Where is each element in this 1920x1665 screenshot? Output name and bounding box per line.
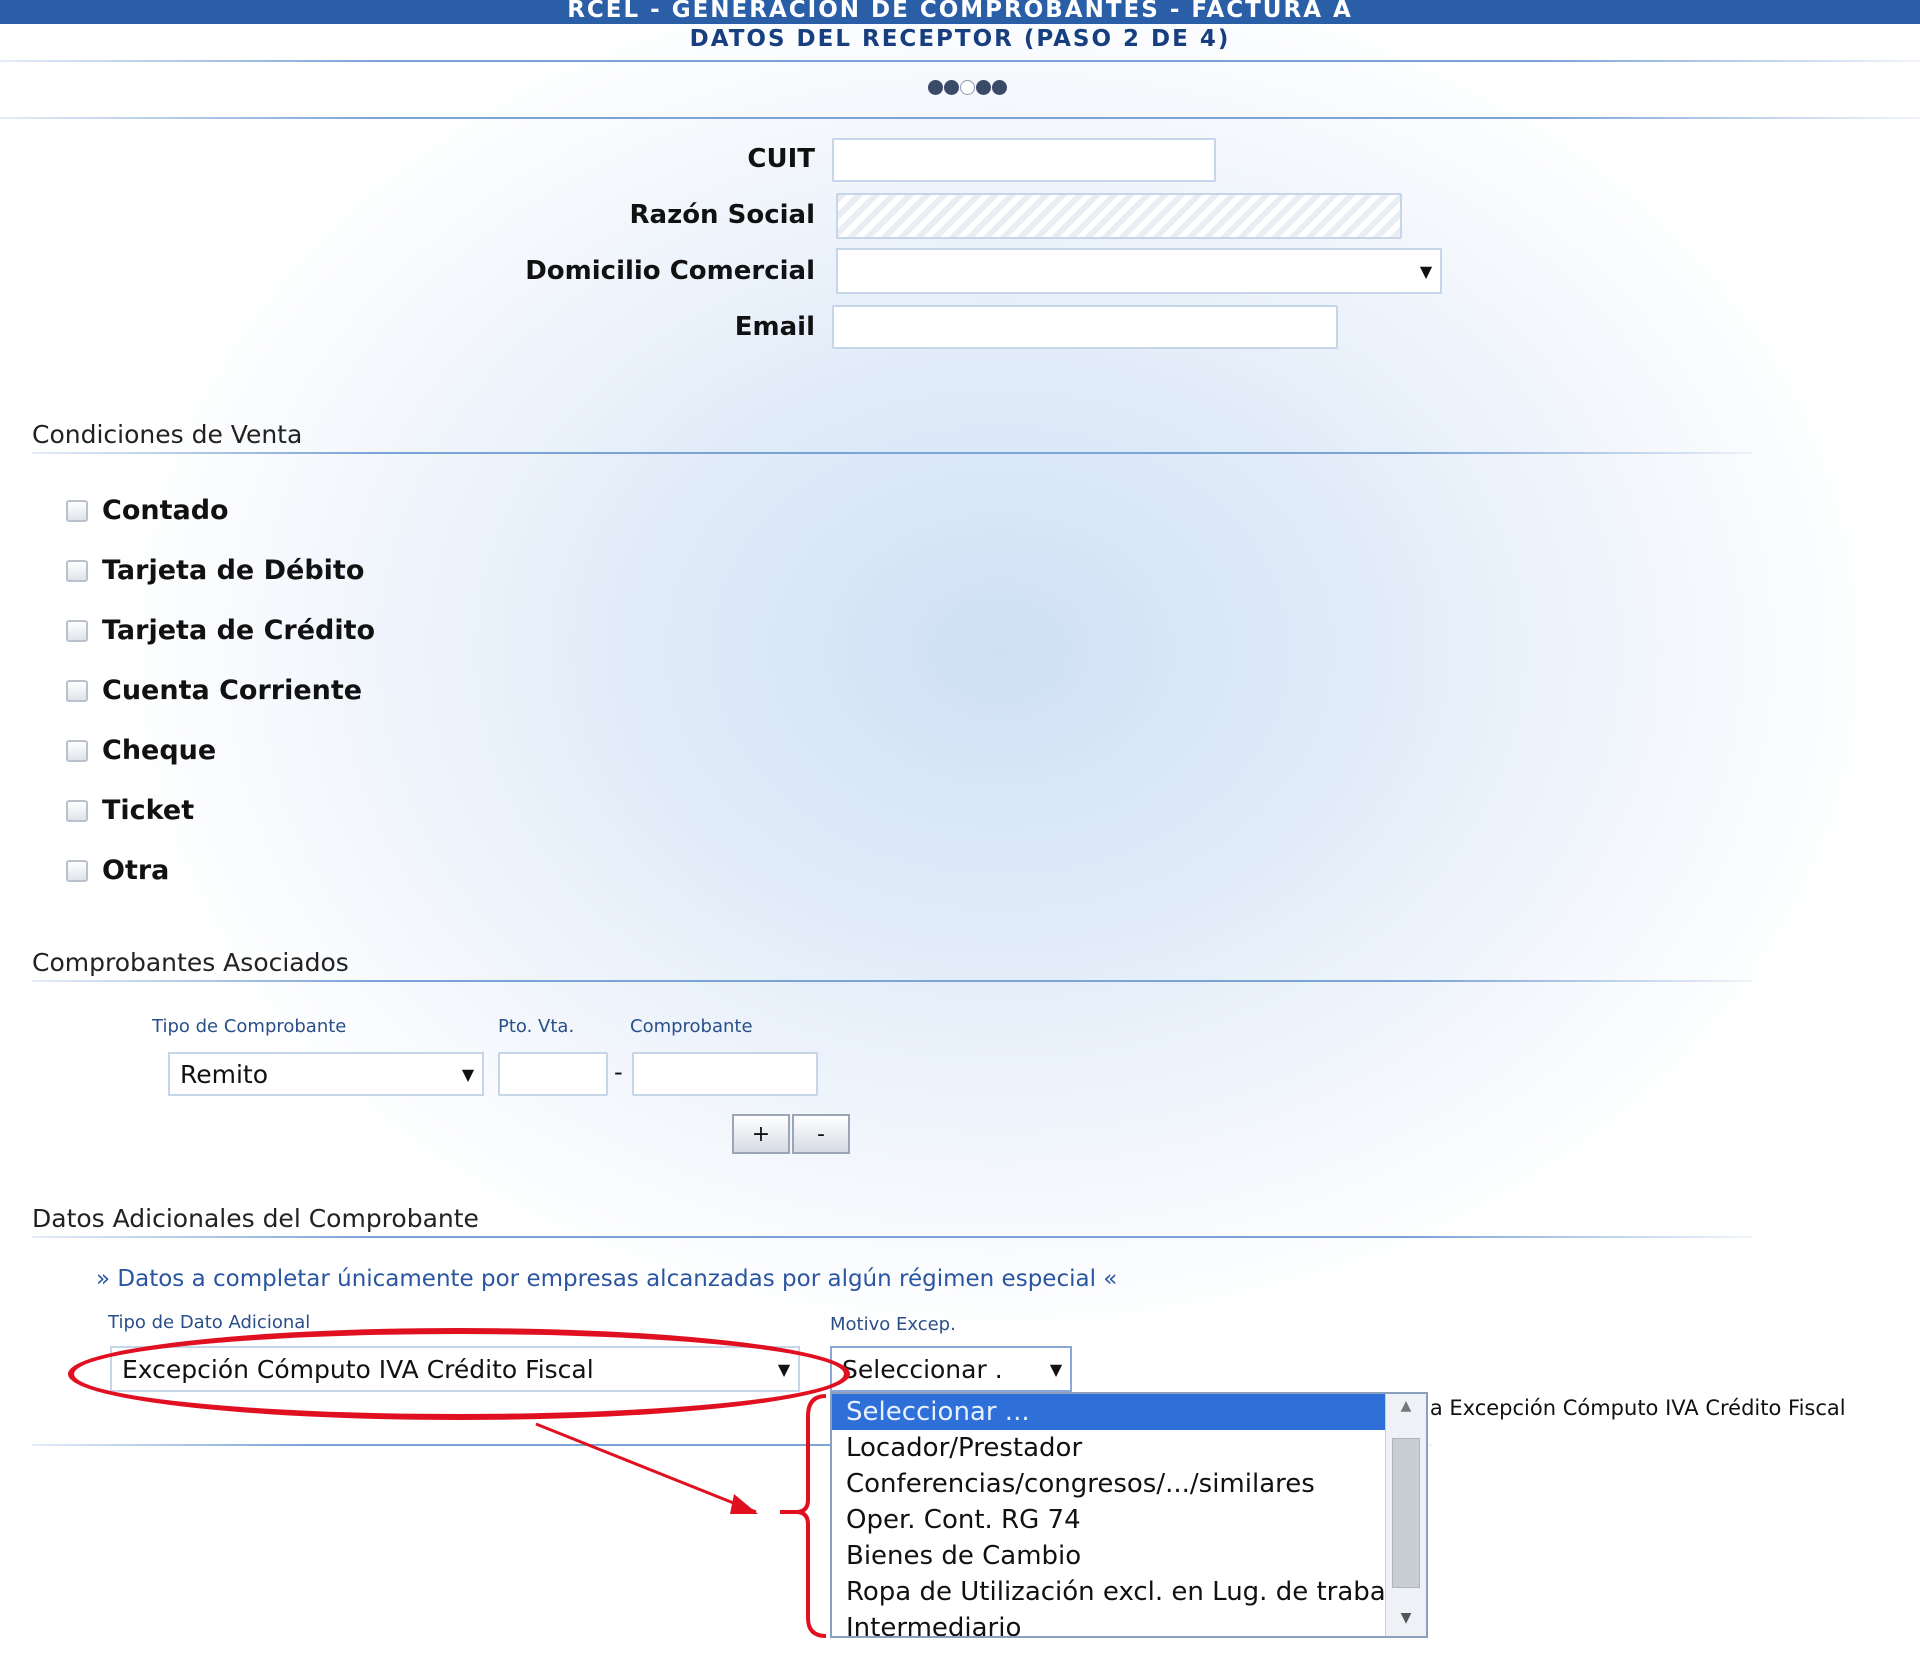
annotation-brace	[795, 1394, 827, 1638]
section-title-adicionales: Datos Adicionales del Comprobante	[32, 1204, 479, 1233]
divider	[0, 60, 1920, 62]
annotation-arrow-overlay	[535, 1394, 827, 1638]
razon-social-label: Razón Social	[629, 200, 816, 230]
tipo-dato-adicional-label: Tipo de Dato Adicional	[108, 1312, 311, 1333]
chevron-down-icon: ▼	[461, 1064, 475, 1084]
cuit-input[interactable]	[832, 138, 1216, 182]
dropdown-scrollbar[interactable]: ▲ ▼	[1385, 1394, 1426, 1636]
divider	[32, 452, 1752, 454]
motivo-excepcion-value: Seleccionar .	[842, 1354, 1003, 1384]
dropdown-option[interactable]: Locador/Prestador	[832, 1430, 1386, 1466]
page-title: RCEL - GENERACION DE COMPROBANTES - FACT…	[567, 0, 1353, 23]
pto-vta-label: Pto. Vta.	[498, 1016, 575, 1037]
cuit-label: CUIT	[747, 144, 815, 174]
checkbox-row[interactable]: Tarjeta de Crédito	[66, 615, 375, 646]
checkbox[interactable]	[66, 859, 88, 882]
divider	[32, 980, 1752, 982]
checkbox-row[interactable]: Ticket	[66, 795, 194, 826]
razon-social-input	[836, 193, 1402, 239]
regimen-especial-note: » Datos a completar únicamente por empre…	[96, 1266, 1118, 1292]
checkbox-label: Cheque	[102, 735, 217, 766]
checkbox[interactable]	[66, 559, 88, 582]
motivo-excepcion-dropdown[interactable]: Seleccionar ... Locador/Prestador Confer…	[830, 1392, 1428, 1638]
checkbox-label: Ticket	[102, 795, 195, 826]
step-indicator	[928, 80, 1007, 95]
pto-vta-input[interactable]	[498, 1052, 608, 1096]
email-input[interactable]	[832, 305, 1338, 349]
step-dot-current	[960, 80, 975, 95]
checkbox-row[interactable]: Otra	[66, 855, 169, 886]
scrollbar-thumb[interactable]	[1392, 1438, 1420, 1588]
step-dot	[976, 80, 991, 95]
step-dot	[928, 80, 943, 95]
checkbox[interactable]	[66, 499, 88, 522]
annotation-arrow-line	[535, 1422, 757, 1514]
chevron-down-icon: ▼	[1419, 261, 1433, 281]
checkbox-label: Contado	[102, 495, 229, 526]
tipo-comprobante-label: Tipo de Comprobante	[152, 1016, 347, 1037]
tipo-comprobante-select[interactable]: Remito ▼	[168, 1052, 484, 1096]
divider	[32, 1236, 1752, 1238]
dropdown-option[interactable]: Oper. Cont. RG 74	[832, 1502, 1386, 1538]
remove-comprobante-button[interactable]: -	[792, 1114, 850, 1154]
divider	[0, 117, 1920, 119]
scroll-down-arrow-icon[interactable]: ▼	[1386, 1610, 1426, 1626]
domicilio-label: Domicilio Comercial	[525, 256, 815, 286]
scroll-up-arrow-icon[interactable]: ▲	[1386, 1398, 1426, 1414]
checkbox-row[interactable]: Tarjeta de Débito	[66, 555, 364, 586]
dropdown-option[interactable]: Bienes de Cambio	[832, 1538, 1386, 1574]
dropdown-option[interactable]: Ropa de Utilización excl. en Lug. de tra…	[832, 1574, 1386, 1610]
step-dot	[992, 80, 1007, 95]
motivo-excepcion-select[interactable]: Seleccionar . ▼	[830, 1346, 1072, 1392]
step-dot	[944, 80, 959, 95]
motivo-excepcion-label: Motivo Excep.	[830, 1314, 956, 1335]
dropdown-option[interactable]: Conferencias/congresos/.../similares	[832, 1466, 1386, 1502]
page-subtitle: DATOS DEL RECEPTOR (PASO 2 DE 4)	[689, 26, 1231, 52]
checkbox[interactable]	[66, 739, 88, 762]
comprobante-input[interactable]	[632, 1052, 818, 1096]
checkbox[interactable]	[66, 799, 88, 822]
field-separator: -	[614, 1058, 623, 1086]
checkbox-row[interactable]: Cuenta Corriente	[66, 675, 362, 706]
comprobante-label: Comprobante	[630, 1016, 753, 1037]
section-title-condiciones: Condiciones de Venta	[32, 420, 303, 449]
section-title-asociados: Comprobantes Asociados	[32, 948, 349, 977]
excepcion-trailing-text: la Excepción Cómputo IVA Crédito Fiscal	[1424, 1396, 1846, 1420]
annotation-arrow-head	[730, 1494, 758, 1514]
checkbox-label: Tarjeta de Débito	[102, 555, 365, 586]
email-label: Email	[734, 312, 815, 342]
checkbox[interactable]	[66, 679, 88, 702]
checkbox-label: Cuenta Corriente	[102, 675, 363, 706]
checkbox-label: Tarjeta de Crédito	[102, 615, 376, 646]
checkbox[interactable]	[66, 619, 88, 642]
dropdown-option-selected[interactable]: Seleccionar ...	[832, 1394, 1386, 1430]
checkbox-row[interactable]: Contado	[66, 495, 229, 526]
chevron-down-icon: ▼	[1049, 1359, 1063, 1379]
checkbox-label: Otra	[102, 855, 170, 886]
tipo-comprobante-value: Remito	[180, 1059, 269, 1089]
dropdown-option[interactable]: Intermediario	[832, 1610, 1386, 1636]
domicilio-select[interactable]: ▼	[836, 248, 1442, 294]
checkbox-row[interactable]: Cheque	[66, 735, 216, 766]
add-comprobante-button[interactable]: +	[732, 1114, 790, 1154]
